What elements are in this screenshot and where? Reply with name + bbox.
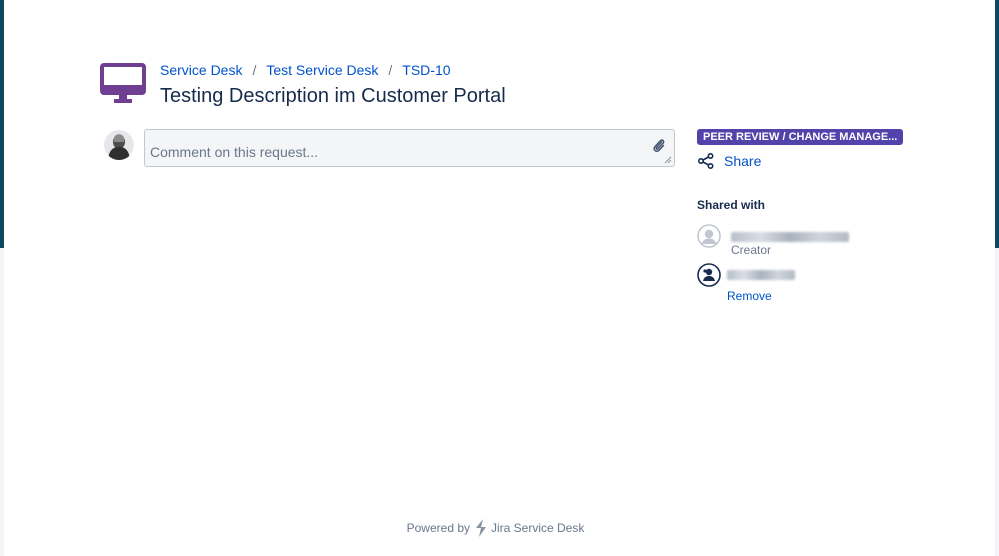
powered-by-label: Powered by: [406, 521, 470, 535]
avatar: [104, 130, 134, 160]
page-title: Testing Description im Customer Portal: [160, 85, 506, 107]
participant-name-redacted: [727, 270, 795, 280]
product-name: Jira Service Desk: [491, 521, 585, 535]
remove-participant-button[interactable]: Remove: [727, 289, 772, 303]
resize-handle-icon[interactable]: [664, 156, 672, 164]
breadcrumb-separator: /: [388, 62, 393, 78]
default-avatar-icon: [697, 224, 721, 248]
status-badge: PEER REVIEW / CHANGE MANAGE...: [697, 129, 904, 145]
shared-with-heading: Shared with: [697, 198, 766, 212]
paperclip-icon[interactable]: [652, 138, 666, 154]
request-card: [4, 0, 995, 556]
computer-monitor-icon: [100, 63, 146, 103]
participant-name-redacted: [731, 232, 849, 242]
breadcrumb: Service Desk / Test Service Desk / TSD-10: [160, 62, 451, 78]
share-label: Share: [724, 153, 762, 169]
share-icon: [697, 152, 714, 170]
comment-input[interactable]: [145, 130, 674, 166]
user-avatar-icon: [104, 130, 134, 160]
breadcrumb-test-service-desk[interactable]: Test Service Desk: [266, 62, 378, 78]
jira-logo-icon: [476, 519, 486, 537]
breadcrumb-issue-key[interactable]: TSD-10: [402, 62, 450, 78]
footer: Powered by Jira Service Desk: [0, 519, 991, 537]
share-button[interactable]: Share: [697, 151, 761, 171]
breadcrumb-service-desk[interactable]: Service Desk: [160, 62, 242, 78]
participant-role: Creator: [731, 243, 772, 257]
breadcrumb-separator: /: [252, 62, 257, 78]
user-avatar-icon: [697, 263, 721, 287]
comment-field[interactable]: [144, 129, 675, 167]
